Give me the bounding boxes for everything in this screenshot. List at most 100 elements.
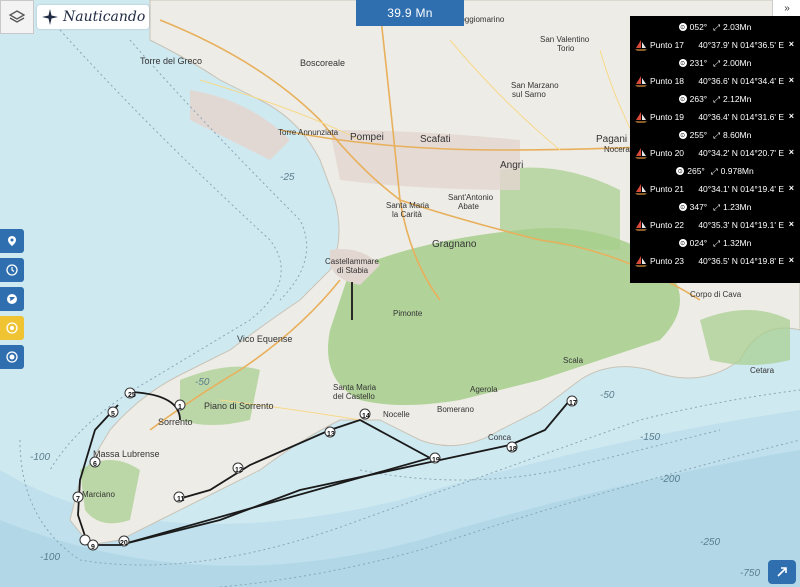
- svg-text:Torre del Greco: Torre del Greco: [140, 56, 202, 66]
- svg-text:Marciano: Marciano: [82, 490, 115, 499]
- remove-waypoint-button[interactable]: ×: [789, 111, 794, 121]
- svg-text:la Carità: la Carità: [392, 210, 422, 219]
- record-tool-button[interactable]: [0, 345, 24, 369]
- svg-text:-50: -50: [195, 377, 210, 388]
- waypoint-row[interactable]: Punto 19 40°36.4' N 014°31.6' E ×: [630, 107, 800, 127]
- remove-waypoint-button[interactable]: ×: [789, 75, 794, 85]
- svg-text:Pimonte: Pimonte: [393, 309, 423, 318]
- bearing-icon: ⊙: [676, 167, 685, 175]
- expand-button[interactable]: [768, 560, 796, 584]
- waypoint-row[interactable]: Punto 22 40°35.3' N 014°19.1' E ×: [630, 215, 800, 235]
- sailboat-icon: [635, 148, 647, 159]
- svg-text:6: 6: [93, 461, 97, 468]
- waypoint-row[interactable]: Punto 17 40°37.9' N 014°36.5' E ×: [630, 35, 800, 55]
- svg-text:25: 25: [128, 392, 136, 399]
- pin-icon: [8, 236, 16, 246]
- leg-info: ⊙ 263° ⤢ 2.12Mn: [678, 93, 752, 104]
- svg-text:11: 11: [177, 496, 185, 503]
- distance-arrow-icon: ⤢: [713, 237, 721, 248]
- svg-text:9: 9: [91, 544, 95, 551]
- waypoint-row[interactable]: Punto 20 40°34.2' N 014°20.7' E ×: [630, 143, 800, 163]
- svg-text:7: 7: [76, 496, 80, 503]
- waypoint-panel: ⊙ 052° ⤢ 2.03Mn Punto 17 40°37.9' N 014°36…: [630, 16, 800, 283]
- bearing-icon: ⊙: [678, 23, 687, 31]
- svg-text:-200: -200: [660, 474, 680, 485]
- collapse-panel-button[interactable]: »: [772, 0, 800, 16]
- svg-text:-100: -100: [30, 452, 50, 463]
- sailboat-icon: [635, 40, 647, 51]
- svg-text:19: 19: [432, 457, 440, 464]
- logo: Nauticando: [37, 5, 149, 29]
- svg-text:17: 17: [569, 400, 577, 407]
- svg-text:Conca: Conca: [488, 433, 512, 442]
- svg-text:Sant'Antonio: Sant'Antonio: [448, 193, 494, 202]
- svg-text:Angri: Angri: [500, 160, 523, 171]
- svg-text:Scafati: Scafati: [420, 134, 451, 145]
- sailboat-icon: [635, 256, 647, 267]
- label-boscoreale: Boscoreale: [300, 58, 345, 68]
- svg-text:di Stabia: di Stabia: [337, 266, 369, 275]
- clock-tool-button[interactable]: [0, 258, 24, 282]
- target-icon: [6, 322, 18, 334]
- sailboat-icon: [635, 184, 647, 195]
- svg-text:-100: -100: [40, 552, 60, 563]
- logo-text: Nauticando: [63, 9, 146, 25]
- svg-text:San Marzano: San Marzano: [511, 81, 559, 90]
- svg-text:Sorrento: Sorrento: [158, 417, 193, 427]
- svg-text:18: 18: [509, 446, 517, 453]
- leg-info: ⊙ 265° ⤢ 0.978Mn: [676, 165, 754, 176]
- svg-text:Pagani: Pagani: [596, 134, 627, 145]
- svg-text:Corpo di Cava: Corpo di Cava: [690, 290, 742, 299]
- waypoint-row[interactable]: Punto 18 40°36.6' N 014°34.4' E ×: [630, 71, 800, 91]
- pin-tool-button[interactable]: [0, 229, 24, 253]
- side-toolbar: [0, 229, 24, 369]
- bearing-icon: ⊙: [678, 95, 687, 103]
- svg-text:Pompei: Pompei: [350, 132, 384, 143]
- svg-text:Bomerano: Bomerano: [437, 405, 474, 414]
- distance-arrow-icon: ⤢: [713, 57, 721, 68]
- layers-button[interactable]: [0, 0, 34, 34]
- sailboat-icon: [635, 112, 647, 123]
- sailboat-icon: [635, 220, 647, 231]
- svg-text:sul Sarno: sul Sarno: [512, 90, 546, 99]
- clock-icon: [6, 264, 18, 276]
- chevrons-up-icon: »: [784, 2, 790, 14]
- svg-text:13: 13: [327, 431, 335, 438]
- globe-tool-button[interactable]: [0, 287, 24, 311]
- layers-icon: [8, 10, 26, 23]
- compass-rose-icon: [42, 9, 58, 25]
- waypoint-row[interactable]: Punto 23 40°36.5' N 014°19.8' E ×: [630, 251, 800, 271]
- remove-waypoint-button[interactable]: ×: [789, 219, 794, 229]
- svg-text:Scala: Scala: [563, 356, 584, 365]
- svg-text:Castellammare: Castellammare: [325, 257, 379, 266]
- svg-text:Nocera: Nocera: [604, 145, 630, 154]
- svg-text:Piano di Sorrento: Piano di Sorrento: [204, 401, 274, 411]
- svg-text:Santa Maria: Santa Maria: [333, 383, 377, 392]
- leg-info: ⊙ 255° ⤢ 8.60Mn: [678, 129, 752, 140]
- svg-text:Torre Annunziata: Torre Annunziata: [278, 128, 339, 137]
- svg-text:del Castello: del Castello: [333, 392, 375, 401]
- sailboat-icon: [635, 76, 647, 87]
- remove-waypoint-button[interactable]: ×: [789, 183, 794, 193]
- svg-text:Gragnano: Gragnano: [432, 239, 477, 250]
- svg-text:-150: -150: [640, 432, 660, 443]
- target-tool-button[interactable]: [0, 316, 24, 340]
- remove-waypoint-button[interactable]: ×: [789, 147, 794, 157]
- remove-waypoint-button[interactable]: ×: [789, 255, 794, 265]
- svg-text:12: 12: [235, 467, 243, 474]
- leg-info: ⊙ 347° ⤢ 1.23Mn: [678, 201, 752, 212]
- svg-text:Santa Maria: Santa Maria: [386, 201, 430, 210]
- svg-text:Cetara: Cetara: [750, 366, 775, 375]
- distance-indicator: 39.9 Mn: [356, 0, 464, 26]
- remove-waypoint-button[interactable]: ×: [789, 39, 794, 49]
- svg-text:20: 20: [120, 540, 128, 547]
- waypoint-row[interactable]: Punto 21 40°34.1' N 014°19.4' E ×: [630, 179, 800, 199]
- bearing-icon: ⊙: [678, 239, 687, 247]
- bearing-icon: ⊙: [678, 131, 687, 139]
- svg-text:-250: -250: [700, 537, 720, 548]
- svg-text:Agerola: Agerola: [470, 385, 498, 394]
- expand-arrow-icon: [777, 567, 787, 577]
- distance-arrow-icon: ⤢: [713, 93, 721, 104]
- svg-text:Abate: Abate: [458, 202, 479, 211]
- leg-info: ⊙ 231° ⤢ 2.00Mn: [678, 57, 752, 68]
